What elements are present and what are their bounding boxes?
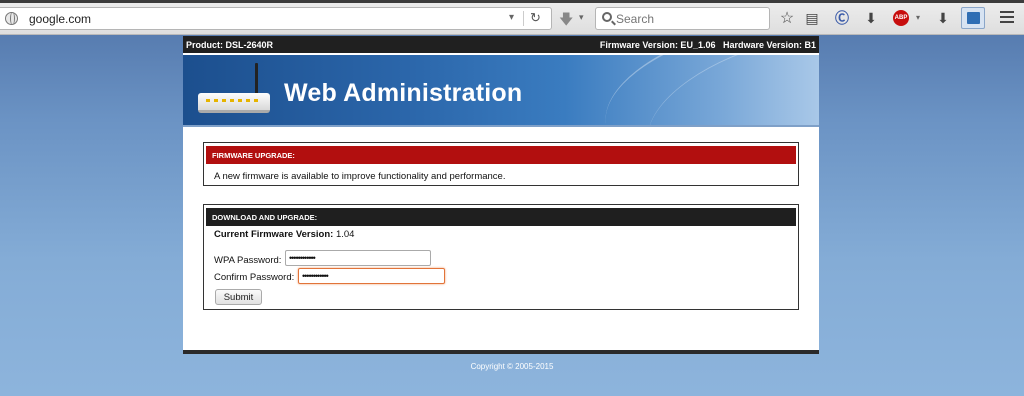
globe-icon — [5, 12, 18, 25]
search-input[interactable] — [616, 10, 766, 27]
current-firmware: Current Firmware Version: 1.04 — [214, 229, 354, 240]
panel-header: DOWNLOAD AND UPGRADE: — [206, 208, 796, 226]
address-bar[interactable]: google.com ▾ ↻ — [0, 7, 552, 30]
banner: Web Administration — [183, 55, 819, 125]
extension-c-icon[interactable]: Ⓒ — [833, 9, 851, 27]
upgrade-message: A new firmware is available to improve f… — [214, 171, 506, 182]
wpa-password-label: WPA Password: — [214, 255, 282, 266]
menu-icon[interactable] — [1000, 11, 1014, 26]
adblock-icon[interactable]: ABP — [893, 10, 909, 26]
download-upgrade-panel: DOWNLOAD AND UPGRADE: Current Firmware V… — [203, 204, 799, 310]
url-text[interactable]: google.com — [29, 12, 91, 26]
reload-icon[interactable]: ↻ — [530, 10, 541, 26]
divider — [523, 11, 524, 26]
router-antenna — [255, 63, 258, 95]
current-firmware-label: Current Firmware Version: — [214, 229, 334, 240]
reading-list-icon[interactable]: ▤ — [803, 9, 821, 27]
chevron-down-icon[interactable]: ▾ — [579, 12, 584, 23]
search-icon — [602, 12, 612, 22]
product-bar: Product: DSL-2640R Firmware Version: EU_… — [183, 36, 819, 53]
save-icon[interactable]: ⬇ — [934, 9, 952, 27]
extension-icon[interactable] — [961, 7, 985, 29]
router-image — [198, 93, 270, 113]
confirm-password-label: Confirm Password: — [214, 272, 295, 283]
admin-page: Product: DSL-2640R Firmware Version: EU_… — [183, 36, 819, 354]
submit-button[interactable]: Submit — [215, 289, 262, 305]
chevron-down-icon[interactable]: ▾ — [509, 12, 514, 23]
panel-header: FIRMWARE UPGRADE: — [206, 146, 796, 164]
firmware-upgrade-panel: FIRMWARE UPGRADE: A new firmware is avai… — [203, 142, 799, 186]
window-top-border — [0, 0, 1024, 3]
footer-bar — [183, 350, 819, 354]
current-firmware-value: 1.04 — [333, 229, 355, 240]
banner-title: Web Administration — [284, 79, 523, 107]
divider — [183, 125, 819, 127]
search-box[interactable] — [595, 7, 770, 30]
wpa-password-field[interactable] — [285, 250, 431, 266]
star-icon[interactable]: ☆ — [778, 9, 796, 27]
copyright: Copyright © 2005-2015 — [470, 362, 554, 371]
browser-toolbar: google.com ▾ ↻ 🡇 ▾ ☆ ▤ Ⓒ ⬇ ABP ▾ ⬇ — [0, 0, 1024, 35]
confirm-password-field[interactable] — [298, 268, 445, 284]
version-info: Firmware Version: EU_1.06 Hardware Versi… — [599, 40, 816, 50]
product-name: Product: DSL-2640R — [186, 40, 274, 50]
download-icon[interactable]: ⬇ — [862, 9, 880, 27]
chevron-down-icon[interactable]: ▾ — [916, 13, 920, 22]
download-arrow-icon[interactable]: 🡇 — [559, 9, 573, 33]
